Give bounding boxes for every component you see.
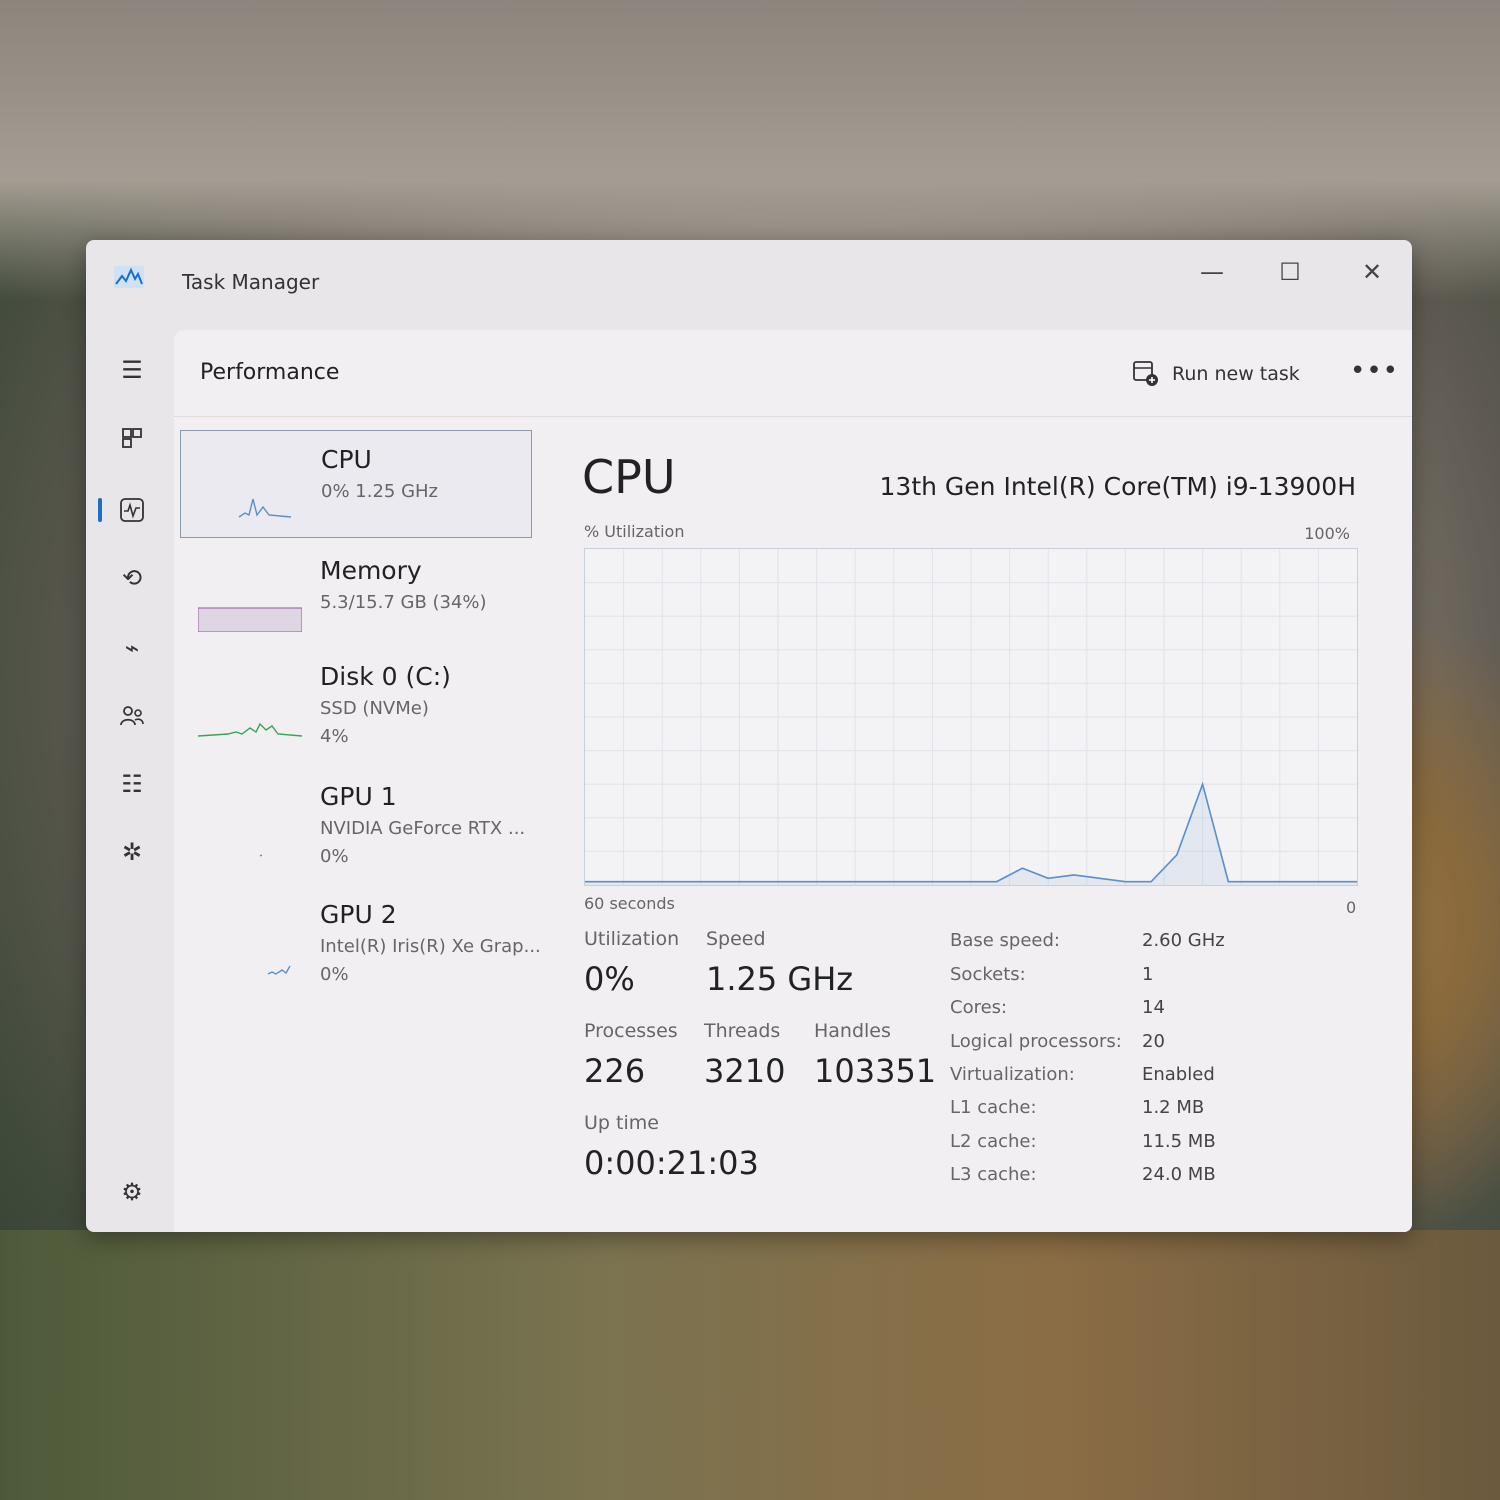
nav-details[interactable]: ☷ [112, 764, 152, 804]
performance-icon [120, 498, 144, 522]
threads-label: Threads [704, 1020, 781, 1042]
run-new-task-button[interactable]: Run new task [1132, 360, 1300, 388]
zero-label: 0 [1346, 898, 1357, 917]
maximize-icon: ☐ [1279, 258, 1301, 286]
minimize-icon: — [1200, 258, 1224, 286]
disk-thumbnail-graph [198, 722, 302, 737]
wallpaper-ground [0, 1230, 1500, 1500]
tile-name: GPU 1 [320, 782, 397, 811]
tile-name: Memory [320, 556, 422, 585]
cpu-heading: CPU [582, 450, 676, 504]
cpu-utilization-graph [584, 548, 1358, 886]
nav-performance[interactable] [112, 490, 152, 530]
spec-key: Sockets: [950, 964, 1026, 985]
tile-percent: 0% [320, 846, 349, 867]
spec-value: 1.2 MB [1142, 1097, 1205, 1118]
tile-detail: 0% 1.25 GHz [321, 481, 439, 502]
content-pane: Performance Run new task ••• CPU 0% 1.25… [174, 330, 1412, 1232]
spec-key: Logical processors: [950, 1031, 1122, 1052]
tile-detail: Intel(R) Iris(R) Xe Grap... [320, 936, 541, 957]
maximize-button[interactable]: ☐ [1270, 256, 1310, 288]
spec-value: 20 [1142, 1031, 1165, 1052]
hamburger-icon: ☰ [121, 356, 143, 384]
tile-percent: 0% [320, 964, 349, 985]
spec-value: 11.5 MB [1142, 1131, 1216, 1152]
memory-thumbnail-graph [198, 607, 302, 632]
task-manager-app-icon [114, 266, 144, 288]
hamburger-menu-button[interactable]: ☰ [112, 350, 152, 390]
window-title: Task Manager [182, 270, 320, 294]
nav-processes[interactable] [112, 418, 152, 458]
nav-services[interactable]: ✲ [112, 832, 152, 872]
close-button[interactable]: ✕ [1352, 256, 1392, 288]
spec-key: Base speed: [950, 930, 1060, 951]
more-dots-icon: ••• [1350, 356, 1400, 386]
close-icon: ✕ [1361, 258, 1383, 286]
threads-value: 3210 [704, 1052, 786, 1090]
page-header: Performance Run new task ••• [174, 330, 1412, 417]
run-new-task-label: Run new task [1172, 363, 1300, 385]
details-list-icon: ☷ [121, 770, 143, 798]
tile-name: CPU [321, 445, 372, 474]
page-title: Performance [200, 360, 340, 385]
processes-icon [122, 428, 142, 448]
title-bar[interactable]: Task Manager — ☐ ✕ [86, 240, 1412, 330]
gpu2-thumbnail-graph [267, 965, 291, 975]
spec-value: 24.0 MB [1142, 1164, 1216, 1185]
processes-label: Processes [584, 1020, 678, 1042]
services-puzzle-icon: ✲ [121, 838, 143, 866]
spec-value: 2.60 GHz [1142, 930, 1225, 951]
nav-app-history[interactable]: ⟲ [112, 558, 152, 598]
startup-gauge-icon: ⌁ [124, 634, 140, 662]
handles-value: 103351 [814, 1052, 937, 1090]
tile-percent: 4% [320, 726, 349, 747]
uptime-value: 0:00:21:03 [584, 1144, 759, 1182]
tile-detail: SSD (NVMe) [320, 698, 429, 719]
handles-label: Handles [814, 1020, 891, 1042]
tile-detail: NVIDIA GeForce RTX ... [320, 818, 526, 839]
time-span-label: 60 seconds [584, 894, 675, 913]
spec-key: L1 cache: [950, 1097, 1037, 1118]
utilization-value: 0% [584, 960, 635, 998]
spec-key: L2 cache: [950, 1131, 1037, 1152]
tile-detail: 5.3/15.7 GB (34%) [320, 592, 487, 613]
spec-key: Virtualization: [950, 1064, 1075, 1085]
uptime-label: Up time [584, 1112, 659, 1134]
task-manager-window: Task Manager — ☐ ✕ ☰ ⟲ ⌁ ☷ ✲ ⚙ Performan… [86, 240, 1412, 1232]
resource-tile-gpu2[interactable]: GPU 2 Intel(R) Iris(R) Xe Grap... 0% [180, 886, 541, 992]
spec-value: 14 [1142, 997, 1165, 1018]
resource-tile-disk[interactable]: Disk 0 (C:) SSD (NVMe) 4% [180, 648, 530, 754]
cpu-thumbnail-graph [238, 498, 292, 518]
resource-tile-cpu[interactable]: CPU 0% 1.25 GHz [180, 430, 532, 538]
resource-tile-memory[interactable]: Memory 5.3/15.7 GB (34%) [180, 542, 530, 648]
tile-name: GPU 2 [320, 900, 397, 929]
speed-value: 1.25 GHz [706, 960, 854, 998]
run-new-task-icon [1133, 361, 1158, 386]
history-icon: ⟲ [121, 564, 143, 592]
cpu-detail-panel: CPU 13th Gen Intel(R) Core(TM) i9-13900H… [554, 430, 1404, 1230]
active-nav-indicator [98, 498, 102, 522]
resource-tile-gpu1[interactable]: GPU 1 NVIDIA GeForce RTX ... 0% [180, 768, 530, 874]
nav-users[interactable] [112, 696, 152, 736]
tile-name: Disk 0 (C:) [320, 662, 451, 691]
utilization-axis-label: % Utilization [584, 522, 685, 541]
spec-value: 1 [1142, 964, 1154, 985]
cpu-model-name: 13th Gen Intel(R) Core(TM) i9-13900H [879, 472, 1356, 501]
spec-value: Enabled [1142, 1064, 1215, 1085]
processes-value: 226 [584, 1052, 646, 1090]
spec-key: Cores: [950, 997, 1008, 1018]
resource-list: CPU 0% 1.25 GHz Memory 5.3/15.7 GB (34%)… [180, 430, 541, 1230]
speed-label: Speed [706, 928, 766, 950]
side-navigation: ☰ ⟲ ⌁ ☷ ✲ ⚙ [86, 330, 174, 1232]
spec-key: L3 cache: [950, 1164, 1037, 1185]
nav-startup-apps[interactable]: ⌁ [112, 628, 152, 668]
gear-icon: ⚙ [121, 1178, 143, 1206]
nav-settings[interactable]: ⚙ [112, 1172, 152, 1212]
more-options-button[interactable]: ••• [1350, 356, 1399, 386]
max-percent-label: 100% [1304, 524, 1350, 543]
gpu1-thumbnail-graph [259, 854, 263, 857]
utilization-label: Utilization [584, 928, 680, 950]
minimize-button[interactable]: — [1192, 256, 1232, 288]
users-icon [120, 706, 144, 726]
